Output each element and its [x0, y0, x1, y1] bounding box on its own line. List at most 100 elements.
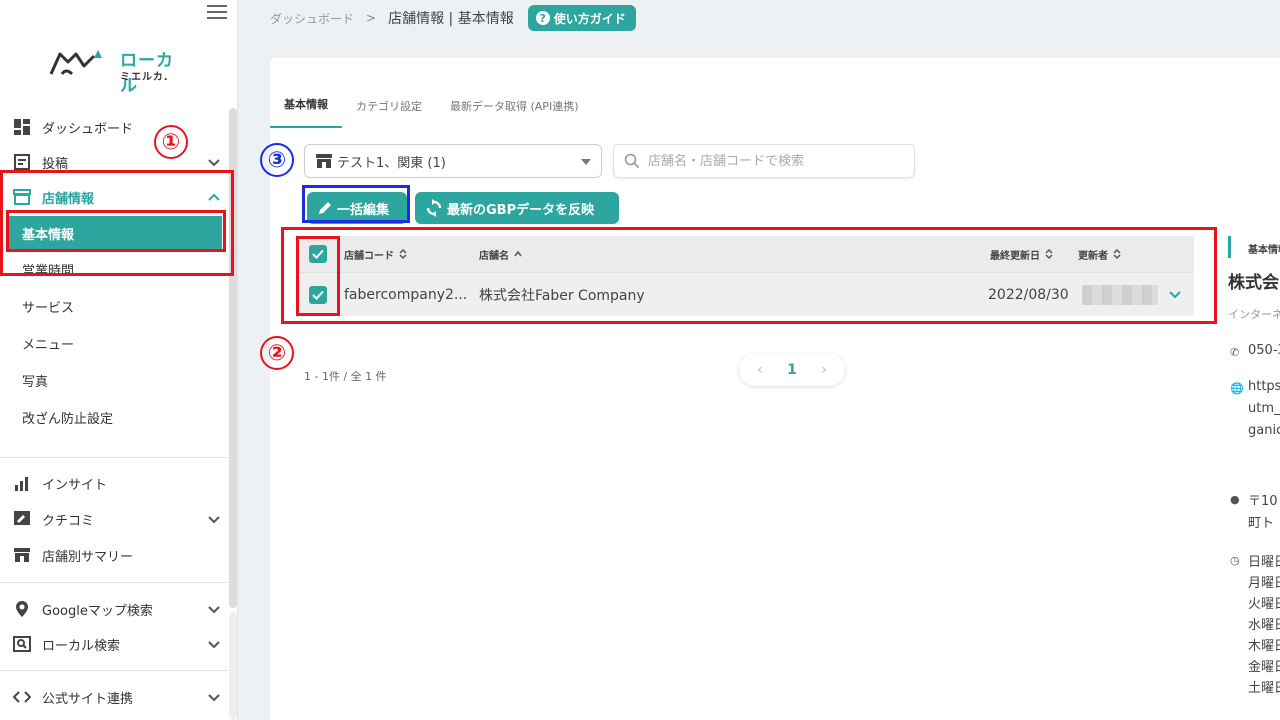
search-icon [624, 153, 640, 169]
breadcrumb-separator: > [366, 11, 377, 25]
bulk-edit-label: 一括編集 [337, 202, 390, 218]
bulk-edit-button[interactable]: 一括編集 [307, 192, 407, 224]
post-icon [12, 152, 32, 172]
page-title: 店舗情報 | 基本情報 [388, 11, 514, 27]
detail-hours-line: 月曜日 [1248, 576, 1280, 591]
column-header-updater[interactable]: 更新者 [1078, 247, 1122, 262]
store-search-field[interactable] [613, 144, 915, 178]
sidebar-subitem-label: 写真 [22, 374, 49, 390]
sidebar-item-dashboard[interactable]: ダッシュボード [0, 110, 228, 144]
table-row[interactable]: fabercompany2... 株式会社Faber Company 2022/… [298, 272, 1194, 316]
tab-category-settings[interactable]: カテゴリ設定 [342, 58, 436, 128]
sidebar-item-label: ローカル検索 [42, 638, 121, 654]
sidebar-scrollbar[interactable] [229, 108, 237, 608]
chevron-down-icon[interactable] [1168, 289, 1182, 301]
detail-hours-line: 木曜日 [1248, 639, 1280, 654]
sidebar-subitem-menu[interactable]: メニュー [0, 326, 228, 360]
column-header-store-code[interactable]: 店舗コード [344, 247, 408, 262]
sidebar-item-label: 投稿 [42, 156, 69, 172]
detail-address-line: 町ト [1248, 516, 1275, 531]
sidebar-subitem-photos[interactable]: 写真 [0, 363, 228, 397]
sort-icon [1045, 248, 1053, 260]
chevron-down-icon [208, 159, 220, 167]
map-pin-icon: ● [1230, 493, 1240, 506]
detail-url-line[interactable]: utm_ [1248, 401, 1280, 416]
detail-url-line[interactable]: https [1248, 379, 1280, 394]
sidebar-subitem-tamper-protection[interactable]: 改ざん防止設定 [0, 400, 228, 434]
column-header-store-name[interactable]: 店舗名 [479, 247, 523, 262]
sidebar-item-label: 公式サイト連携 [42, 691, 134, 707]
chevron-down-icon [208, 606, 220, 614]
store-group-select[interactable]: テスト1、関東 (1) [304, 144, 602, 178]
pagination-info: 1 - 1件 / 全 1 件 [304, 370, 387, 383]
pagination-next-button[interactable]: › [821, 362, 827, 378]
detail-store-name: 株式会 [1228, 273, 1279, 293]
row-checkbox[interactable] [309, 286, 327, 304]
sidebar-divider [0, 457, 228, 458]
chevron-down-icon [208, 694, 220, 702]
sidebar-item-label: クチコミ [42, 513, 95, 529]
breadcrumb-root[interactable]: ダッシュボード [270, 10, 354, 27]
detail-header-accent [1228, 236, 1231, 258]
tab-label: 最新データ取得 (API連携) [450, 100, 579, 113]
pagination: ‹ 1 › [739, 354, 845, 386]
sidebar-item-google-maps-search[interactable]: Googleマップ検索 [0, 592, 228, 626]
detail-hours-line: 土曜日 [1248, 681, 1280, 696]
sidebar-item-official-site[interactable]: 公式サイト連携 [0, 680, 228, 714]
sidebar-item-store-info[interactable]: 店舗情報 [0, 180, 228, 214]
sidebar-subitem-label: サービス [22, 300, 75, 316]
annotation-number-1: ① [154, 125, 188, 159]
app-logo[interactable]: ローカル ミエルカ. [48, 44, 188, 96]
sidebar-subitem-services[interactable]: サービス [0, 289, 228, 323]
sidebar-item-reviews[interactable]: クチコミ [0, 502, 228, 536]
bar-chart-icon [12, 473, 32, 493]
sidebar-subitem-label: 改ざん防止設定 [22, 411, 114, 427]
detail-url-line[interactable]: ganic [1248, 423, 1280, 438]
tab-latest-data-api[interactable]: 最新データ取得 (API連携) [436, 58, 592, 128]
detail-header: 基本情報 [1248, 245, 1280, 256]
select-all-checkbox[interactable] [309, 245, 327, 263]
store-icon [12, 545, 32, 565]
detail-hours-line: 金曜日 [1248, 660, 1280, 675]
gbp-sync-label: 最新のGBPデータを反映 [447, 202, 595, 218]
sidebar-item-store-summary[interactable]: 店舗別サマリー [0, 538, 228, 572]
review-icon [12, 509, 32, 529]
sidebar-item-label: 店舗情報 [42, 191, 95, 207]
usage-guide-button[interactable]: ? 使い方ガイド [527, 5, 636, 31]
hamburger-menu-icon[interactable] [207, 5, 227, 21]
sidebar-item-label: インサイト [42, 477, 108, 493]
column-header-label: 最終更新日 [990, 250, 1040, 262]
sidebar-item-label: Googleマップ検索 [42, 603, 153, 619]
chevron-up-icon [208, 193, 220, 201]
cell-store-code: fabercompany2... [344, 286, 468, 303]
pagination-prev-button[interactable]: ‹ [757, 362, 763, 378]
sidebar-item-local-search[interactable]: ローカル検索 [0, 627, 228, 661]
sort-asc-icon [514, 250, 522, 257]
annotation-number-2: ② [260, 336, 294, 370]
logo-mark-icon [49, 50, 102, 76]
tab-bar: 基本情報 カテゴリ設定 最新データ取得 (API連携) [270, 58, 592, 128]
clock-icon: ◷ [1230, 554, 1240, 567]
store-detail-pane: 基本情報 株式会 インターネ ✆ 050-3 🌐 https utm_ gani… [1228, 236, 1280, 720]
tab-label: カテゴリ設定 [356, 100, 422, 113]
sidebar-item-posts[interactable]: 投稿 [0, 145, 228, 179]
check-icon [312, 290, 324, 300]
gbp-sync-button[interactable]: 最新のGBPデータを反映 [415, 192, 619, 224]
annotation-number-3: ③ [260, 143, 294, 177]
store-icon [12, 187, 32, 207]
pagination-current-page[interactable]: 1 [787, 362, 797, 378]
sidebar-subitem-label: メニュー [22, 337, 75, 353]
column-header-last-updated[interactable]: 最終更新日 [990, 247, 1054, 262]
store-search-input[interactable] [648, 153, 898, 169]
sidebar-item-insights[interactable]: インサイト [0, 466, 228, 500]
local-search-icon [12, 634, 32, 654]
map-pin-icon [12, 599, 32, 619]
usage-guide-label: 使い方ガイド [553, 11, 626, 26]
tab-basic-info[interactable]: 基本情報 [270, 58, 342, 128]
pencil-icon [319, 202, 331, 214]
sidebar-subitem-hours[interactable]: 営業時間 [0, 252, 228, 286]
table-header: 店舗コード 店舗名 最終更新日 更新者 [298, 236, 1194, 272]
tab-label: 基本情報 [284, 98, 328, 111]
logo-text-bottom: ミエルカ. [120, 72, 169, 83]
sidebar-subitem-basic-info[interactable]: 基本情報 [8, 216, 222, 250]
